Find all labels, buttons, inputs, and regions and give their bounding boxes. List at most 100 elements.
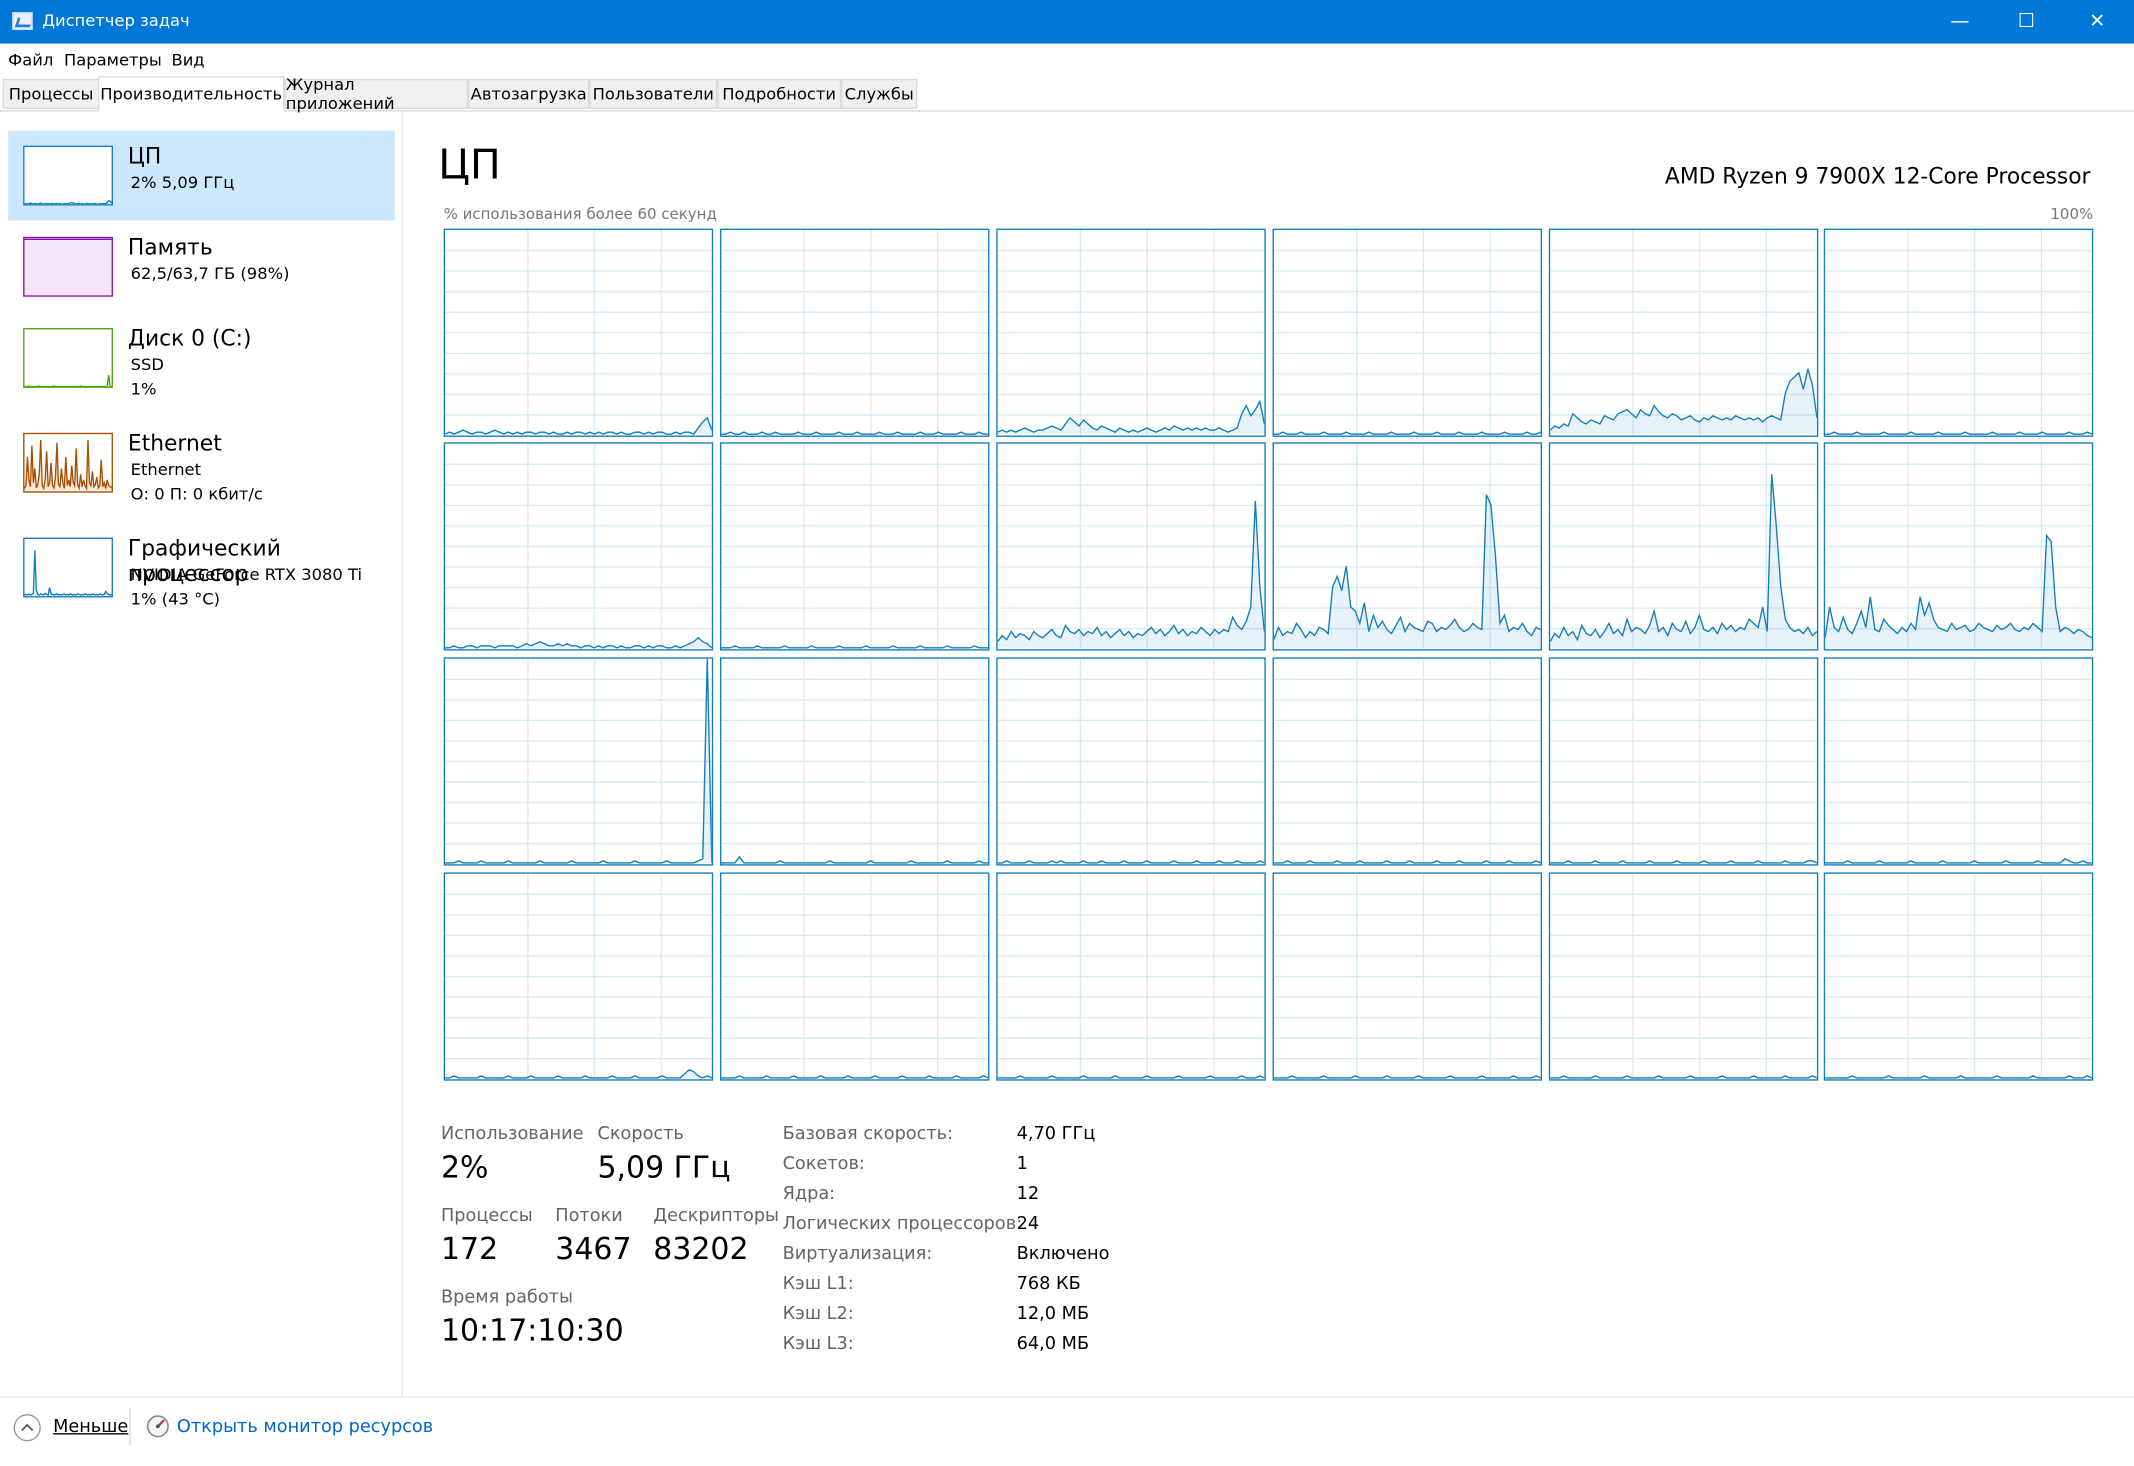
sidebar-item-detail: Ethernet (130, 460, 202, 480)
logical-processors-key: Логических процессоров: (782, 1214, 1023, 1235)
usage-line (445, 638, 712, 648)
usage-line (1274, 1076, 1541, 1078)
handles-label: Дескрипторы (653, 1205, 780, 1227)
sidebar-item-gpu[interactable]: Графический процессор NVIDIA GeForce RTX… (8, 523, 395, 613)
chevron-up-icon[interactable] (13, 1414, 41, 1442)
usage-area (445, 1069, 712, 1078)
tab-details[interactable]: Подробности (717, 78, 842, 109)
graph-max-label: 100% (2050, 205, 2094, 224)
sidebar-item-cpu[interactable]: ЦП 2% 5,09 ГГц (8, 130, 395, 221)
usage-line (24, 201, 111, 204)
base-speed-key: Базовая скорость: (782, 1124, 954, 1145)
menu-options[interactable]: Параметры (64, 50, 162, 69)
cpu-core-graph-23 (1823, 872, 2094, 1081)
usage-area (1550, 474, 1817, 648)
menu-file[interactable]: Файл (8, 50, 53, 69)
usage-line (24, 440, 111, 489)
open-resource-monitor-link[interactable]: Открыть монитор ресурсов (177, 1417, 433, 1437)
cpu-core-graph-2 (996, 228, 1266, 437)
processes-label: Процессы (440, 1205, 533, 1227)
usage-area (997, 401, 1265, 435)
usage-area (445, 658, 712, 863)
sidebar-item-detail: 62,5/63,7 ГБ (98%) (130, 264, 290, 284)
sidebar-item-title: ЦП (127, 142, 162, 169)
tab-startup[interactable]: Автозагрузка (468, 78, 590, 109)
task-manager-app-icon (12, 12, 33, 30)
resource-monitor-icon[interactable] (146, 1414, 170, 1438)
virtualization-key: Виртуализация: (782, 1243, 933, 1265)
cpu-model-name: AMD Ryzen 9 7900X 12-Core Processor (1664, 163, 2091, 190)
sidebar-item-detail: SSD (130, 355, 164, 375)
fewer-details-button[interactable]: Меньше (53, 1417, 128, 1437)
l2-cache-value: 12,0 МБ (1016, 1303, 1090, 1325)
uptime-value: 10:17:10:30 (440, 1314, 624, 1349)
maximize-button[interactable]: ☐ (1995, 0, 2058, 44)
cpu-core-graph-20 (996, 872, 1266, 1081)
sidebar-item-detail: 2% 5,09 ГГц (130, 172, 235, 192)
usage-line (998, 861, 1265, 863)
tab-performance[interactable]: Производительность (97, 76, 285, 112)
usage-value: 2% (440, 1151, 489, 1186)
uptime-label: Время работы (440, 1287, 573, 1308)
usage-line (445, 418, 712, 434)
speed-value: 5,09 ГГц (597, 1151, 731, 1186)
l2-cache-key: Кэш L2: (782, 1303, 854, 1325)
cpu-core-graph-5 (1823, 228, 2094, 437)
footer-divider (129, 1407, 131, 1446)
usage-area (24, 550, 112, 597)
menu-view[interactable]: Вид (171, 50, 204, 69)
sidebar-item-ethernet[interactable]: Ethernet Ethernet О: 0 П: 0 кбит/с (8, 418, 395, 508)
usage-area (997, 500, 1265, 648)
cpu-core-graph-19 (719, 872, 990, 1081)
cpu-core-graph-11 (1823, 442, 2094, 651)
usage-line (24, 375, 111, 386)
cpu-thumbnail-graph (23, 145, 113, 206)
tab-app-history[interactable]: Журнал приложений (284, 75, 469, 113)
cpu-core-graph-22 (1548, 872, 1819, 1081)
sidebar-item-title: Ethernet (127, 430, 222, 456)
usage-line (1550, 1076, 1817, 1078)
tab-processes[interactable]: Процессы (2, 78, 100, 109)
window-title: Диспетчер задач (42, 10, 190, 30)
l3-cache-value: 64,0 МБ (1016, 1333, 1090, 1355)
usage-area (24, 375, 112, 387)
sockets-value: 1 (1016, 1154, 1028, 1175)
logical-processors-value: 24 (1016, 1214, 1040, 1235)
l1-cache-value: 768 КБ (1016, 1273, 1081, 1295)
sidebar-item-disk[interactable]: Диск 0 (C:) SSD 1% (8, 313, 395, 403)
usage-line (1825, 859, 2092, 863)
minimize-button[interactable]: — (1929, 0, 1992, 44)
sidebar-item-detail: NVIDIA GeForce RTX 3080 Ti (130, 564, 362, 584)
threads-value: 3467 (555, 1233, 632, 1268)
close-button[interactable]: ✕ (2066, 0, 2129, 44)
sidebar-item-memory[interactable]: Память 62,5/63,7 ГБ (98%) (8, 222, 395, 312)
sidebar-item-throughput: О: 0 П: 0 кбит/с (130, 484, 263, 504)
cpu-core-graph-9 (1272, 442, 1543, 651)
cpu-core-graph-21 (1272, 872, 1543, 1081)
usage-line (445, 659, 712, 863)
handles-value: 83202 (653, 1233, 749, 1268)
cpu-core-graph-0 (443, 228, 714, 437)
cores-key: Ядра: (782, 1184, 836, 1205)
tab-users[interactable]: Пользователи (589, 78, 718, 109)
memory-thumbnail-graph (23, 236, 113, 297)
usage-line (721, 1076, 988, 1078)
sockets-key: Сокетов: (782, 1154, 865, 1175)
usage-line (1550, 861, 1817, 863)
usage-label: Использование (440, 1124, 584, 1145)
tab-services[interactable]: Службы (841, 78, 918, 109)
usage-line (998, 1076, 1265, 1078)
usage-area (24, 239, 112, 296)
cpu-core-graph-16 (1548, 657, 1819, 866)
cpu-core-graph-10 (1548, 442, 1819, 651)
usage-line (1825, 432, 2092, 434)
usage-area (721, 856, 989, 863)
usage-line (24, 550, 111, 595)
cpu-core-graph-15 (1272, 657, 1543, 866)
usage-area (1550, 368, 1817, 435)
usage-line (998, 501, 1265, 642)
sidebar-item-usage: 1% (130, 379, 157, 399)
cpu-core-graph-6 (443, 442, 714, 651)
ethernet-thumbnail-graph (23, 432, 113, 493)
cpu-core-graph-13 (719, 657, 990, 866)
